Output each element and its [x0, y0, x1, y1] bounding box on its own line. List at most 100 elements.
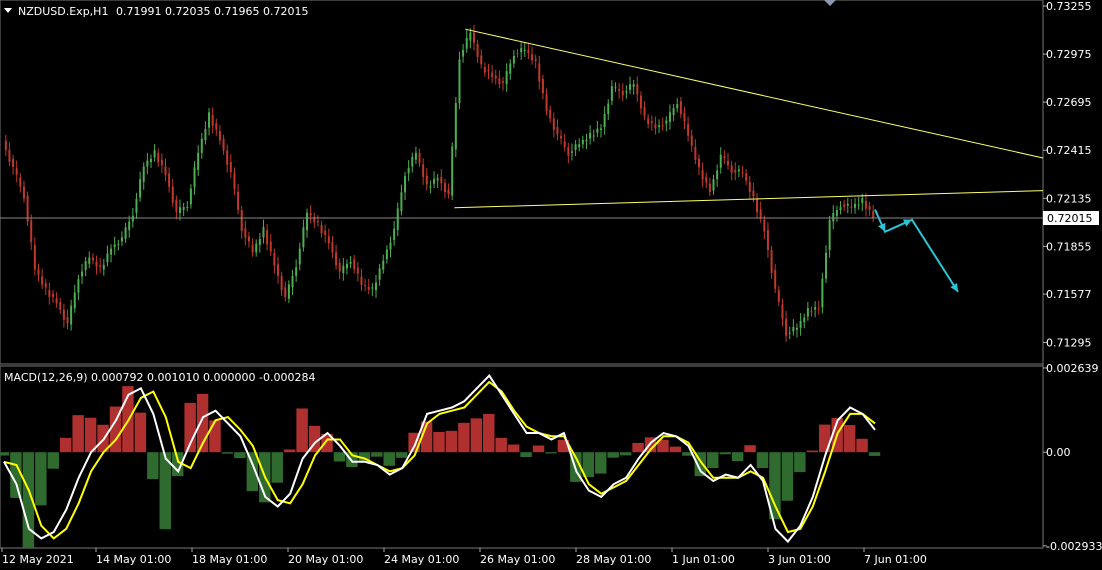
candle-body [284, 287, 287, 298]
macd-label: MACD(12,26,9) 0.000792 0.001010 0.000000… [4, 371, 315, 384]
candle-body [433, 178, 436, 184]
candle-body [483, 66, 486, 73]
candle-body [179, 207, 182, 213]
candle-body [788, 332, 791, 334]
macd-histogram-bar [445, 430, 458, 453]
candle-body [443, 183, 446, 193]
macd-histogram-bar [458, 422, 470, 453]
candle-body [360, 276, 363, 286]
ohlc-values: 0.71991 0.72035 0.71965 0.72015 [116, 5, 308, 18]
macd-histogram-bar [159, 452, 171, 530]
candle-body [33, 244, 36, 270]
trading-chart[interactable]: 0.73255 0.72975 0.72695 0.72415 0.72135 0.718… [0, 0, 1102, 570]
macd-histogram-bar [532, 445, 545, 453]
candle-body [763, 219, 766, 232]
candle-body [371, 287, 374, 289]
macd-histogram-bar [520, 452, 532, 457]
candle-body [91, 257, 94, 261]
macd-histogram-bar [221, 452, 234, 454]
candle-body [472, 32, 475, 43]
candle-body [306, 212, 309, 231]
candle-body [164, 166, 167, 175]
candle-body [142, 166, 145, 182]
candle-body [683, 112, 686, 122]
candle-body [237, 191, 240, 211]
candle-body [258, 238, 261, 245]
macd-histogram-bar [707, 452, 719, 469]
candle-body [120, 237, 123, 242]
candle-body [131, 215, 134, 222]
candle-body [705, 176, 708, 183]
candle-body [171, 186, 174, 203]
candle-body [189, 188, 192, 205]
candle-body [215, 123, 218, 130]
candle-body [828, 220, 831, 251]
candle-body [440, 176, 443, 184]
candle-body [792, 326, 795, 332]
candle-body [766, 230, 769, 251]
candle-body [716, 170, 719, 180]
candle-body [37, 269, 40, 276]
candle-body [233, 173, 236, 189]
candle-body [741, 172, 744, 174]
candle-body [309, 212, 312, 216]
time-tick-label: 3 Jun 01:00 [768, 553, 831, 566]
macd-histogram-bar [296, 408, 308, 453]
price-tick-label: 0.72135 [1046, 192, 1092, 205]
candle-body [697, 158, 700, 168]
macd-histogram-bar [507, 444, 520, 453]
candle-body [748, 182, 751, 192]
candle-body [146, 160, 149, 167]
candle-body [153, 150, 156, 158]
candle-body [520, 48, 523, 53]
candle-body [70, 305, 73, 325]
time-axis-labels: 12 May 2021 14 May 01:00 18 May 01:00 20 Ma… [1, 548, 927, 566]
candle-body [84, 261, 87, 271]
candle-body [868, 206, 871, 210]
candle-body [839, 207, 842, 211]
candle-body [186, 207, 189, 209]
macd-histogram-bar [868, 452, 881, 456]
macd-histogram-bar [35, 452, 47, 506]
macd-histogram-bar [843, 425, 856, 453]
candle-body [106, 253, 109, 263]
macd-histogram-bar [731, 452, 744, 462]
candle-body [44, 283, 47, 288]
candle-body [502, 81, 505, 83]
candle-body [128, 221, 131, 231]
macd-histogram-bar [545, 452, 557, 454]
candle-body [374, 282, 377, 291]
macd-histogram-bar [47, 452, 59, 469]
candle-body [832, 213, 835, 222]
price-tick-label: 0.72695 [1046, 96, 1092, 109]
candle-body [345, 263, 348, 269]
candle-body [8, 149, 11, 162]
time-tick-label: 28 May 01:00 [576, 553, 651, 566]
candle-body [516, 53, 519, 55]
candle-body [756, 199, 759, 213]
candle-body [77, 279, 80, 293]
candle-body [382, 260, 385, 270]
candle-body [745, 173, 748, 181]
price-tick-label: 0.73255 [1046, 0, 1092, 13]
candle-body [723, 156, 726, 159]
candle-body [599, 128, 602, 130]
candle-body [825, 252, 828, 279]
candle-body [469, 32, 472, 41]
candle-body [817, 308, 820, 310]
macd-histogram-bar [806, 450, 819, 453]
candle-body [850, 206, 853, 208]
candle-body [509, 63, 512, 74]
candle-body [610, 86, 613, 101]
time-tick-label: 20 May 01:00 [288, 553, 363, 566]
macd-tick-label: 0.00 [1046, 446, 1071, 459]
candle-body [324, 230, 327, 235]
candle-body [240, 210, 243, 232]
candle-body [687, 124, 690, 136]
macd-histogram-bar [395, 452, 408, 458]
candle-body [113, 244, 116, 248]
candle-body [396, 208, 399, 231]
candle-body [48, 290, 51, 297]
candle-body [4, 140, 7, 150]
candle-body [541, 78, 544, 94]
